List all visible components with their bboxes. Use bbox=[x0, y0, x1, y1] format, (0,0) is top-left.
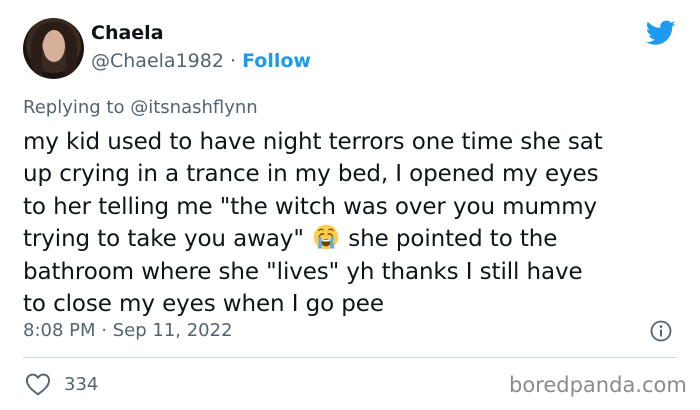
tweet-line: to her telling me "the witch was over yo… bbox=[23, 193, 598, 220]
avatar-face bbox=[43, 30, 65, 62]
reply-mention[interactable]: @itsnashflynn bbox=[130, 97, 257, 118]
watermark: boredpanda.com bbox=[509, 373, 687, 397]
divider bbox=[23, 357, 677, 358]
tweet-time: 8:08 PM bbox=[23, 320, 96, 341]
tweet-line-with-emoji: trying to take you away" she pointed to … bbox=[23, 223, 683, 255]
tweet-text: my kid used to have night terrors one ti… bbox=[23, 126, 683, 320]
handle-line: @Chaela1982 · Follow bbox=[91, 50, 311, 72]
like-count: 334 bbox=[64, 374, 99, 395]
handle-separator: · bbox=[229, 50, 237, 72]
replying-prefix: Replying to bbox=[23, 97, 125, 118]
tweet-date: Sep 11, 2022 bbox=[112, 320, 233, 341]
user-handle[interactable]: @Chaela1982 bbox=[91, 50, 224, 72]
twitter-bird-icon[interactable] bbox=[646, 20, 676, 46]
timestamp-separator: · bbox=[101, 320, 107, 341]
replying-to: Replying to @itsnashflynn bbox=[23, 97, 258, 118]
follow-button[interactable]: Follow bbox=[242, 50, 311, 72]
tweet-line: up crying in a trance in my bed, I opene… bbox=[23, 161, 599, 188]
tweet-line: to close my eyes when I go pee bbox=[23, 290, 384, 317]
info-icon[interactable] bbox=[649, 319, 673, 343]
heart-icon[interactable] bbox=[25, 372, 51, 396]
tweet-line: bathroom where she "lives" yh thanks I s… bbox=[23, 258, 583, 285]
tweet-line-part: trying to take you away" bbox=[23, 226, 304, 253]
loudly-crying-face-emoji-icon bbox=[313, 224, 339, 250]
avatar[interactable] bbox=[23, 18, 84, 79]
tweet-line: my kid used to have night terrors one ti… bbox=[23, 129, 603, 155]
tweet-card: Chaela @Chaela1982 · Follow Replying to … bbox=[0, 0, 700, 410]
timestamp[interactable]: 8:08 PM · Sep 11, 2022 bbox=[23, 320, 233, 341]
tweet-line-part: she pointed to the bbox=[348, 226, 558, 253]
display-name[interactable]: Chaela bbox=[91, 22, 164, 44]
